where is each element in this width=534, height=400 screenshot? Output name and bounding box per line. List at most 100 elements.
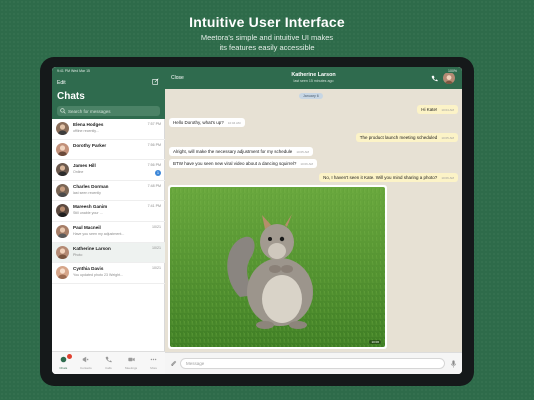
message-bubble-incoming[interactable]: Alright, will make the necessary adjustm… <box>169 147 313 156</box>
attachment-icon[interactable] <box>170 360 177 367</box>
page-title: Chats <box>57 91 85 102</box>
tablet-frame: 9:41 PM Wed Mar 15 Edit Chats Search for… <box>40 57 474 386</box>
message-text: No, I haven't seen it Kate. Will you min… <box>323 175 438 180</box>
message-text: BTW have you seen new viral video about … <box>173 161 297 166</box>
tab-label: More <box>150 366 158 370</box>
message-time: 10:06 AM <box>441 176 454 180</box>
chat-time: 7:56 PM <box>147 142 161 147</box>
chat-list-item[interactable]: James Hill Online 7:56 PM 1 <box>52 160 165 181</box>
conversation-pane: Close Katherine Larson last seen 15 minu… <box>165 67 462 374</box>
phone-icon <box>105 356 112 363</box>
message-bubble-outgoing[interactable]: The product launch meeting scheduled 10:0… <box>355 133 458 142</box>
message-input[interactable] <box>180 358 445 369</box>
message-bubble-incoming[interactable]: Hello Dorothy, what's up? 10:04 AM <box>169 118 245 127</box>
chat-list-item-selected[interactable]: Katherine Larson Photo 10/21 <box>52 242 165 264</box>
message-bubble-outgoing[interactable]: Hi Kate! 10:04 AM <box>417 105 458 114</box>
notification-badge <box>67 354 72 359</box>
tab-label: Contacts <box>79 366 92 370</box>
avatar <box>56 204 69 218</box>
chat-name: Charles Dorman <box>73 183 109 189</box>
chat-list-item[interactable]: Mareesh Ganim Still unable your ... 7:41… <box>52 201 165 222</box>
edit-button[interactable]: Edit <box>57 80 66 86</box>
chat-name: Mareesh Ganim <box>73 204 108 210</box>
avatar <box>56 122 69 135</box>
message-bubble-incoming[interactable]: BTW have you seen new viral video about … <box>169 159 318 168</box>
bottom-tab-bar: Chats Contacts Calls Meetings More <box>52 351 165 374</box>
contact-avatar[interactable] <box>443 72 455 84</box>
contact-name[interactable]: Katherine Larson <box>165 72 462 78</box>
chat-preview: last seen recently <box>73 190 101 195</box>
tab-meetings[interactable]: Meetings <box>120 352 143 374</box>
tab-calls[interactable]: Calls <box>97 352 120 374</box>
conversation-header: Close Katherine Larson last seen 15 minu… <box>165 67 462 89</box>
avatar <box>56 224 69 238</box>
photo-message[interactable]: 10:06 <box>168 185 387 349</box>
chat-preview: Photo <box>73 252 83 257</box>
search-icon <box>60 108 66 114</box>
chats-sidebar: 9:41 PM Wed Mar 15 Edit Chats Search for… <box>52 67 165 374</box>
chat-time: 10/21 <box>152 266 161 271</box>
avatar <box>56 183 69 197</box>
tab-label: Calls <box>105 366 112 370</box>
status-bar-time: 9:41 PM Wed Mar 15 <box>57 69 91 73</box>
chat-time: 10/21 <box>152 224 161 229</box>
chat-list-item[interactable]: Charles Dorman last seen recently 7:48 P… <box>52 181 165 202</box>
video-icon <box>127 357 135 362</box>
avatar <box>56 163 69 177</box>
chat-list: Elena Hodges offline recently... 7:57 PM… <box>52 119 165 284</box>
message-time: 10:04 AM <box>227 121 241 125</box>
chat-name: Katherine Larson <box>73 245 111 251</box>
chat-name: Dorothy Parker <box>73 142 107 148</box>
message-text: The product launch meeting scheduled <box>359 135 438 140</box>
squirrel-image <box>170 187 385 347</box>
chat-list-item[interactable]: Elena Hodges offline recently... 7:57 PM <box>52 119 165 140</box>
chat-name: Cynthia Davis <box>73 266 104 272</box>
chat-name: James Hill <box>73 163 96 169</box>
message-time: 10:05 AM <box>296 150 309 154</box>
message-composer <box>165 352 462 374</box>
compose-icon[interactable] <box>152 78 159 85</box>
app-screen: 9:41 PM Wed Mar 15 Edit Chats Search for… <box>52 67 462 374</box>
chat-preview: You updated photo 23 Weight... <box>73 273 124 278</box>
chat-preview: offline recently... <box>73 129 99 133</box>
search-bar[interactable] <box>57 106 160 116</box>
photo-time: 10:06 <box>369 340 381 344</box>
chat-time: 7:57 PM <box>147 122 161 126</box>
squirrel-photo[interactable]: 10:06 <box>170 187 385 347</box>
chat-time: 7:48 PM <box>147 183 161 188</box>
tab-label: Meetings <box>124 366 138 370</box>
chat-list-item[interactable]: Cynthia Davis You updated photo 23 Weigh… <box>52 263 165 284</box>
contact-status: last seen 15 minutes ago <box>293 79 334 83</box>
tab-contacts[interactable]: Contacts <box>75 352 98 374</box>
tab-more[interactable]: More <box>142 352 165 374</box>
chat-icon <box>60 356 67 363</box>
tab-chats[interactable]: Chats <box>52 352 75 374</box>
more-icon <box>150 358 157 361</box>
chat-time: 10/21 <box>152 245 161 250</box>
phone-icon[interactable] <box>431 75 438 82</box>
search-input[interactable] <box>68 108 158 114</box>
message-time: 10:04 AM <box>441 108 454 112</box>
date-separator: January 6 <box>299 93 323 99</box>
chat-preview: Have you seen my adjustment... <box>73 231 125 236</box>
promo-subtitle: Meetora's simple and intuitive UI makes … <box>0 33 534 52</box>
chat-time: 7:56 PM <box>147 163 161 168</box>
chat-time: 7:41 PM <box>147 204 161 209</box>
chat-name: Elena Hodges <box>73 122 104 127</box>
promo-subtitle-line-1: Meetora's simple and intuitive UI makes <box>200 33 334 42</box>
promo-title: Intuitive User Interface <box>189 14 345 30</box>
microphone-icon[interactable] <box>450 360 457 368</box>
message-bubble-outgoing[interactable]: No, I haven't seen it Kate. Will you min… <box>319 173 458 182</box>
avatar <box>56 142 69 156</box>
message-text: Hello Dorothy, what's up? <box>173 120 224 125</box>
unread-badge: 1 <box>155 170 161 177</box>
avatar <box>56 245 69 259</box>
chat-name: Paul Macneil <box>73 224 101 230</box>
chat-list-item[interactable]: Dorothy Parker 7:56 PM <box>52 140 165 161</box>
chat-list-item[interactable]: Paul Macneil Have you seen my adjustment… <box>52 222 165 243</box>
avatar <box>56 266 69 280</box>
tab-label: Chats <box>59 366 68 370</box>
message-text: Alright, will make the necessary adjustm… <box>173 149 293 154</box>
chat-preview: Still unable your ... <box>73 211 103 216</box>
promo-subtitle-line-2: its features easily accessible <box>219 42 315 52</box>
